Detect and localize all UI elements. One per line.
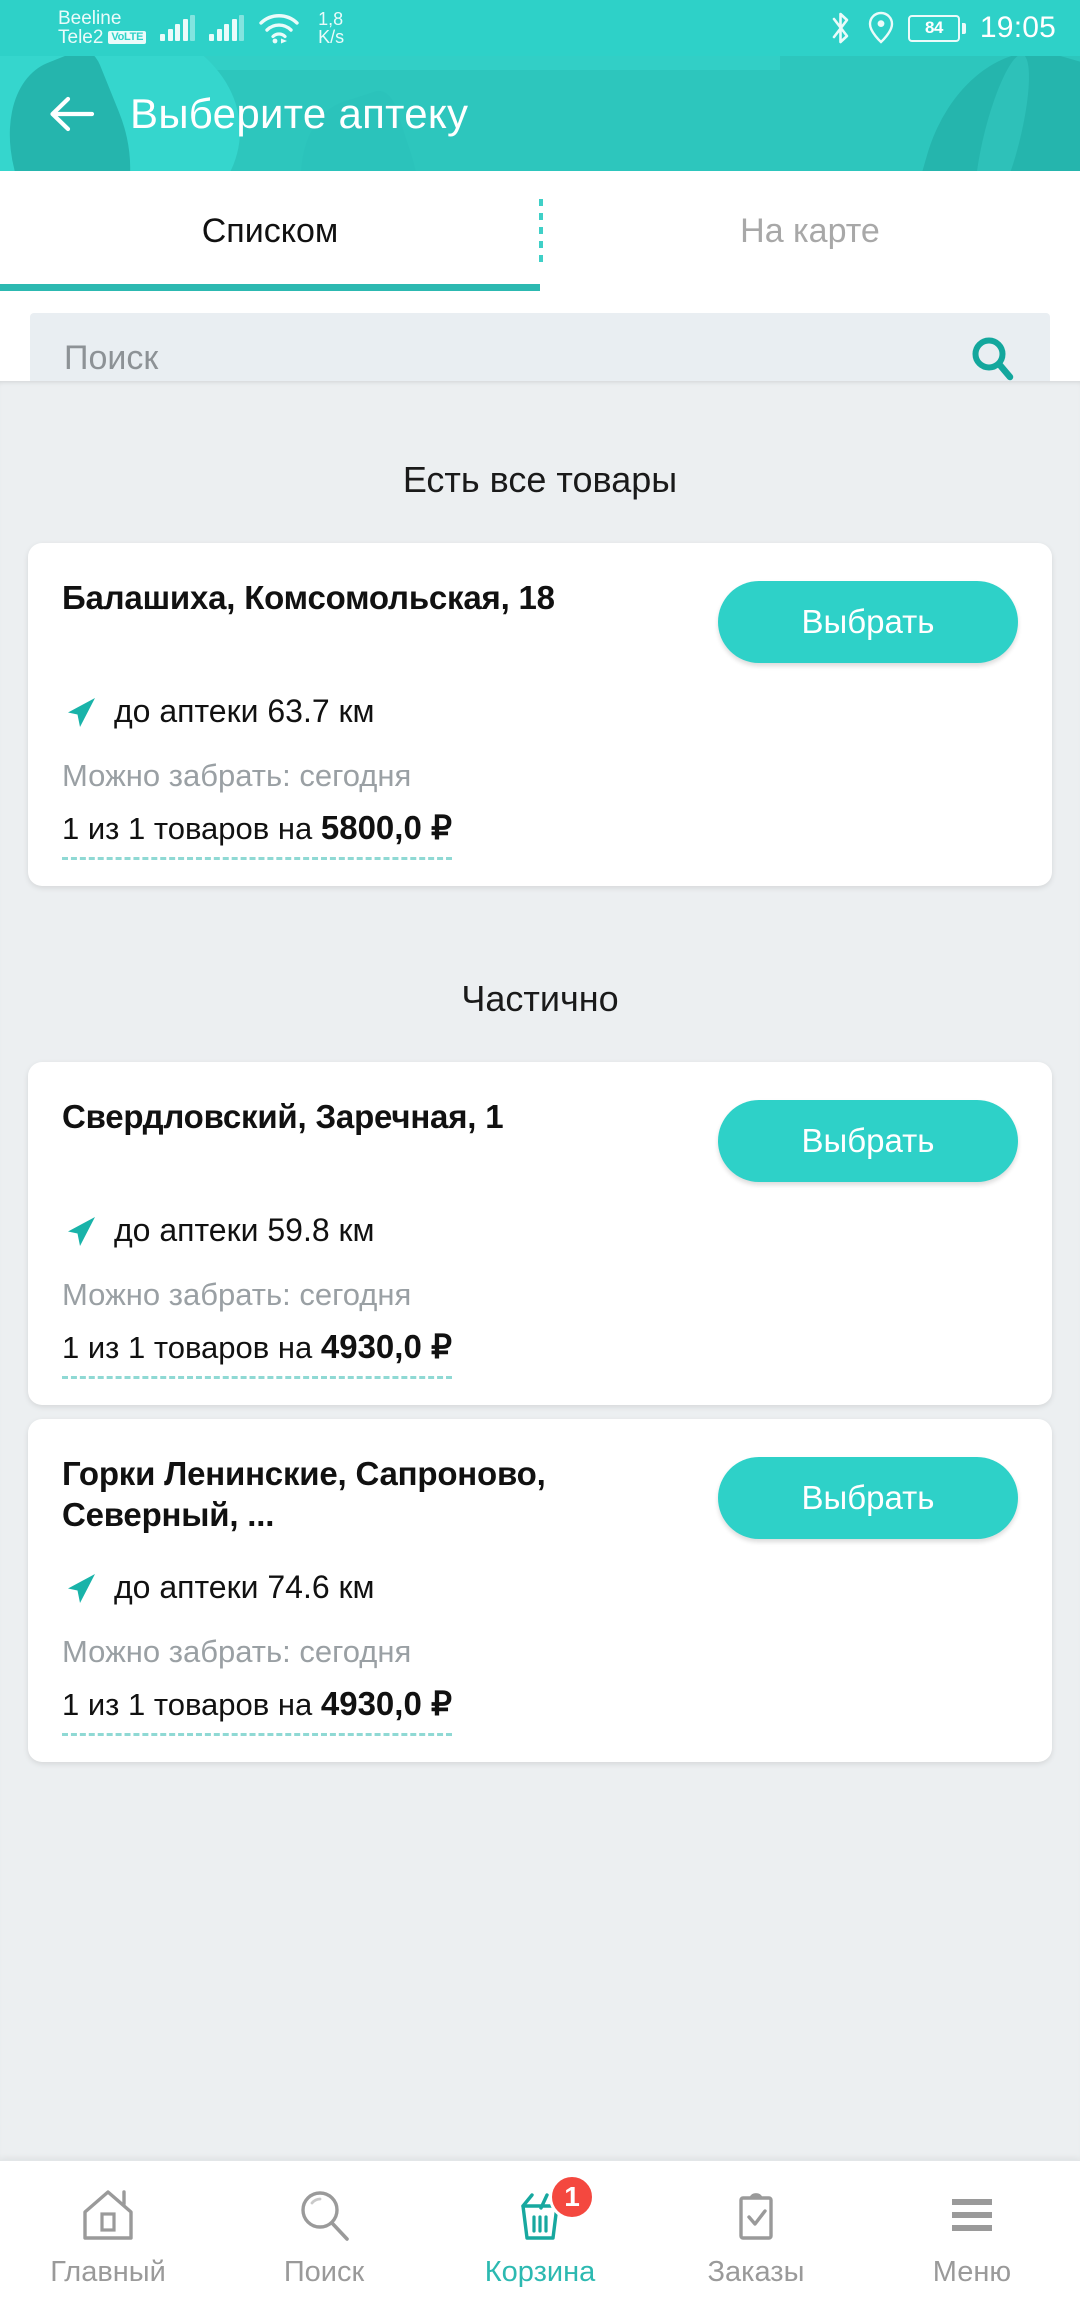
carrier-2-label: Tele2: [58, 27, 104, 48]
pharmacy-total-price: 5800,0 ₽: [320, 809, 452, 846]
tab-map-view[interactable]: На карте: [540, 171, 1080, 291]
nav-item-cart[interactable]: 1 Корзина: [432, 2161, 648, 2312]
hamburger-menu-icon: [943, 2184, 1001, 2246]
signal-bars-sim1-icon: [160, 15, 196, 41]
cart-badge: 1: [549, 2174, 595, 2220]
tab-list-view-label: Списком: [201, 211, 339, 250]
clock: 19:05: [979, 11, 1056, 44]
battery-cap-icon: [961, 22, 966, 34]
bluetooth-icon: [832, 12, 849, 44]
battery-level: 84: [907, 14, 960, 42]
pharmacy-goods-prefix: 1 из 1 товаров на: [62, 1330, 313, 1365]
pharmacy-card[interactable]: Горки Ленинские, Сапроново, Северный, ..…: [28, 1419, 1052, 1762]
status-bar-left: Beeline Tele2 VoLTE 1,8 K/s: [58, 7, 345, 48]
nav-item-cart-label: Корзина: [484, 2256, 596, 2288]
pharmacy-distance-row: до аптеки 74.6 км: [62, 1569, 1018, 1606]
pharmacy-distance: до аптеки 59.8 км: [114, 1212, 375, 1248]
choose-pharmacy-button[interactable]: Выбрать: [718, 1100, 1018, 1182]
clipboard-check-icon: [727, 2184, 785, 2246]
navigation-arrow-icon: [68, 1216, 95, 1246]
signal-bars-sim2-icon: [209, 15, 245, 41]
pharmacy-card-header: Балашиха, Комсомольская, 18 Выбрать: [62, 577, 1018, 663]
network-speed-unit: K/s: [318, 27, 345, 47]
section-title-all-goods: Есть все товары: [402, 459, 678, 500]
pharmacy-address: Горки Ленинские, Сапроново, Северный, ..…: [62, 1455, 546, 1534]
pharmacy-goods-summary[interactable]: 1 из 1 товаров на 4930,0 ₽: [62, 1327, 452, 1379]
pharmacy-card-header: Горки Ленинские, Сапроново, Северный, ..…: [62, 1453, 1018, 1539]
volte-badge: VoLTE: [108, 30, 147, 45]
pharmacy-total-price: 4930,0 ₽: [320, 1328, 452, 1365]
tab-bar: Списком На карте: [0, 171, 1080, 291]
section-title-partial: Частично: [461, 978, 619, 1019]
pharmacy-goods-prefix: 1 из 1 товаров на: [62, 1687, 313, 1722]
pharmacy-distance-row: до аптеки 63.7 км: [62, 693, 1018, 730]
pharmacy-card[interactable]: Свердловский, Заречная, 1 Выбрать до апт…: [28, 1062, 1052, 1405]
network-speed-value: 1,8: [318, 8, 344, 29]
pharmacy-goods-summary[interactable]: 1 из 1 товаров на 5800,0 ₽: [62, 808, 452, 860]
pharmacy-pickup-info: Можно забрать: сегодня: [62, 758, 412, 793]
search-icon[interactable]: [968, 334, 1016, 382]
nav-item-search[interactable]: Поиск: [216, 2161, 432, 2312]
back-arrow-icon: [50, 96, 95, 131]
nav-item-menu-label: Меню: [932, 2256, 1012, 2288]
app-header: Выберите аптеку: [0, 56, 1080, 171]
nav-item-home-label: Главный: [50, 2256, 166, 2288]
navigation-arrow-icon: [68, 1573, 95, 1603]
pharmacy-list[interactable]: Есть все товары Балашиха, Комсомольская,…: [0, 381, 1080, 2160]
bottom-navigation-bar: Главный Поиск 1 Корзина Заказы Меню: [0, 2160, 1080, 2312]
pharmacy-pickup-info: Можно забрать: сегодня: [62, 1634, 412, 1669]
pharmacy-pickup-info: Можно забрать: сегодня: [62, 1277, 412, 1312]
status-bar-right: 84 19:05: [828, 11, 1056, 45]
search-placeholder: Поиск: [64, 338, 159, 377]
pharmacy-card[interactable]: Балашиха, Комсомольская, 18 Выбрать до а…: [28, 543, 1052, 886]
pharmacy-address: Свердловский, Заречная, 1: [62, 1098, 504, 1135]
pharmacy-distance: до аптеки 63.7 км: [114, 693, 375, 729]
choose-pharmacy-button[interactable]: Выбрать: [718, 581, 1018, 663]
pharmacy-total-price: 4930,0 ₽: [320, 1685, 452, 1722]
location-pin-icon: [868, 11, 894, 44]
pharmacy-goods-prefix: 1 из 1 товаров на: [62, 811, 313, 846]
pharmacy-distance: до аптеки 74.6 км: [114, 1569, 375, 1605]
carrier-names: Beeline Tele2 VoLTE: [58, 7, 147, 48]
navigation-arrow-icon: [68, 697, 95, 727]
nav-item-orders-label: Заказы: [707, 2256, 805, 2288]
network-speed: 1,8 K/s: [318, 8, 345, 47]
wifi-icon: [259, 14, 299, 44]
nav-item-home[interactable]: Главный: [0, 2161, 216, 2312]
pharmacy-address: Балашиха, Комсомольская, 18: [62, 579, 555, 616]
pharmacy-card-header: Свердловский, Заречная, 1 Выбрать: [62, 1096, 1018, 1182]
basket-icon: 1: [511, 2174, 595, 2246]
tab-map-view-label: На карте: [740, 211, 880, 250]
page-title: Выберите аптеку: [130, 89, 469, 137]
back-button[interactable]: [42, 84, 102, 144]
nav-item-menu[interactable]: Меню: [864, 2161, 1080, 2312]
nav-item-search-label: Поиск: [283, 2256, 365, 2288]
tab-list-view[interactable]: Списком: [0, 171, 540, 291]
search-icon: [295, 2184, 353, 2246]
home-icon: [79, 2184, 137, 2246]
pharmacy-goods-summary[interactable]: 1 из 1 товаров на 4930,0 ₽: [62, 1684, 452, 1736]
carrier-1-label: Beeline: [58, 7, 122, 29]
battery-indicator: 84: [907, 14, 966, 42]
nav-item-orders[interactable]: Заказы: [648, 2161, 864, 2312]
status-bar: Beeline Tele2 VoLTE 1,8 K/s 84 19:05: [0, 0, 1080, 56]
choose-pharmacy-button[interactable]: Выбрать: [718, 1457, 1018, 1539]
tab-active-indicator: [0, 284, 540, 291]
tab-divider: [539, 199, 543, 263]
pharmacy-distance-row: до аптеки 59.8 км: [62, 1212, 1018, 1249]
